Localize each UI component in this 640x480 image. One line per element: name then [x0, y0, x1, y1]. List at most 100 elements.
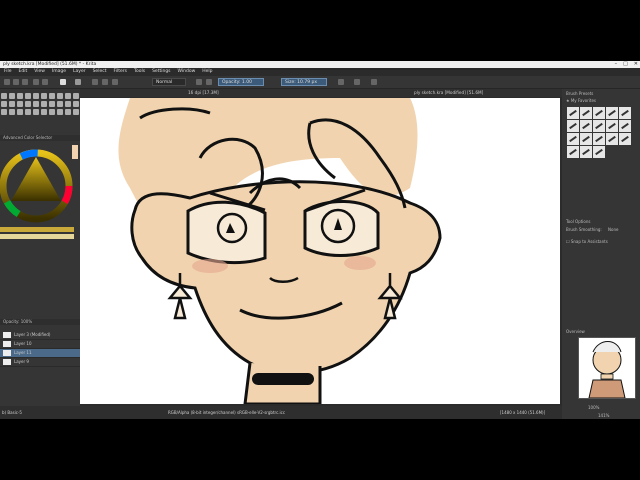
- brush-preset[interactable]: [567, 120, 579, 132]
- rectangle-tool-icon[interactable]: [49, 93, 55, 99]
- mirror-vertical-icon[interactable]: [354, 79, 360, 85]
- menu-help[interactable]: Help: [202, 68, 212, 76]
- move-tool-icon[interactable]: [25, 101, 31, 107]
- multibrush-icon[interactable]: [9, 101, 15, 107]
- brush-preset-icon[interactable]: [92, 79, 98, 85]
- brush-preset[interactable]: [567, 146, 579, 158]
- reload-preset-icon[interactable]: [196, 79, 202, 85]
- gradient-tool-icon[interactable]: [41, 101, 47, 107]
- brush-preset[interactable]: [580, 120, 592, 132]
- brush-preset[interactable]: [580, 133, 592, 145]
- brush-preset[interactable]: [619, 120, 631, 132]
- similar-select-icon[interactable]: [49, 109, 55, 115]
- zoom-level[interactable]: 141%: [598, 413, 609, 418]
- layer-thumbnail: [3, 332, 11, 338]
- fill-tool-icon[interactable]: [73, 101, 79, 107]
- brush-preset[interactable]: [619, 107, 631, 119]
- overview-thumbnail[interactable]: [578, 337, 636, 399]
- preserve-alpha-icon[interactable]: [206, 79, 212, 85]
- brush-preset[interactable]: [580, 107, 592, 119]
- brush-preset[interactable]: [606, 120, 618, 132]
- menu-select[interactable]: Select: [93, 68, 107, 76]
- menu-file[interactable]: File: [4, 68, 12, 76]
- layer-row[interactable]: Layer 10: [0, 340, 80, 349]
- brush-settings-icon[interactable]: [102, 79, 108, 85]
- edit-shapes-icon[interactable]: [17, 93, 23, 99]
- blend-mode-select[interactable]: Normal: [152, 78, 186, 86]
- brush-preset[interactable]: [593, 133, 605, 145]
- line-tool-icon[interactable]: [41, 93, 47, 99]
- menu-layer[interactable]: Layer: [73, 68, 86, 76]
- save-icon[interactable]: [22, 79, 28, 85]
- brush-preset[interactable]: [580, 146, 592, 158]
- size-slider[interactable]: Size: 10.79 px: [281, 78, 327, 86]
- rect-select-icon[interactable]: [9, 109, 15, 115]
- fill-pattern-icon[interactable]: [75, 79, 81, 85]
- menu-filters[interactable]: Filters: [113, 68, 127, 76]
- undo-icon[interactable]: [33, 79, 39, 85]
- menu-view[interactable]: View: [34, 68, 45, 76]
- brush-preset[interactable]: [619, 133, 631, 145]
- brush-preset[interactable]: [593, 107, 605, 119]
- maximize-button[interactable]: □: [623, 61, 628, 68]
- dynamic-brush-icon[interactable]: [1, 101, 7, 107]
- eraser-mode-icon[interactable]: [112, 79, 118, 85]
- bezier-select-icon[interactable]: [57, 109, 63, 115]
- character-drawing: [118, 98, 442, 404]
- brush-tag-select[interactable]: ★ My Favorites: [562, 98, 640, 104]
- ellipse-tool-icon[interactable]: [57, 93, 63, 99]
- zoom-tool-icon[interactable]: [73, 109, 79, 115]
- brush-preset[interactable]: [606, 133, 618, 145]
- crop-tool-icon[interactable]: [33, 101, 39, 107]
- text-tool-icon[interactable]: [9, 93, 15, 99]
- overview-zoom[interactable]: 100%: [588, 405, 599, 410]
- tab-document-1[interactable]: 16 dpi [17.3M]: [188, 89, 219, 97]
- select-shapes-icon[interactable]: [1, 93, 7, 99]
- polyline-tool-icon[interactable]: [73, 93, 79, 99]
- mirror-horizontal-icon[interactable]: [338, 79, 344, 85]
- open-document-icon[interactable]: [13, 79, 19, 85]
- tab-document-2[interactable]: ply sketch.kra [Modified] [51.6M]: [414, 89, 483, 97]
- layer-row[interactable]: Layer 3 (Modified): [0, 331, 80, 340]
- menu-settings[interactable]: Settings: [152, 68, 170, 76]
- snap-assistants-checkbox[interactable]: ☐ Snap to Assistants: [566, 239, 608, 244]
- image-dimensions: [1480 x 1440 (51.6M)]: [500, 410, 546, 415]
- brush-preset[interactable]: [593, 146, 605, 158]
- menu-window[interactable]: Window: [178, 68, 196, 76]
- foreground-color-swatch[interactable]: [60, 79, 66, 85]
- color-picker-icon[interactable]: [49, 101, 55, 107]
- menu-image[interactable]: Image: [52, 68, 66, 76]
- brush-preset[interactable]: [567, 133, 579, 145]
- color-selector-wheel[interactable]: [0, 141, 80, 241]
- opacity-slider[interactable]: Opacity: 1.00: [218, 78, 264, 86]
- calligraphy-icon[interactable]: [25, 93, 31, 99]
- layers-opacity[interactable]: Opacity: 100%: [0, 319, 80, 325]
- layer-row[interactable]: Layer 11: [0, 349, 80, 358]
- ellipse-select-icon[interactable]: [17, 109, 23, 115]
- transform-tool-icon[interactable]: [17, 101, 23, 107]
- freehand-brush-icon[interactable]: [33, 93, 39, 99]
- brush-smoothing-select[interactable]: None: [608, 227, 618, 232]
- brush-preset[interactable]: [567, 107, 579, 119]
- brush-preset[interactable]: [606, 107, 618, 119]
- polygon-select-icon[interactable]: [25, 109, 31, 115]
- menu-tools[interactable]: Tools: [134, 68, 145, 76]
- drawing-canvas[interactable]: [80, 98, 560, 404]
- minimize-button[interactable]: –: [615, 61, 618, 68]
- polygon-tool-icon[interactable]: [65, 93, 71, 99]
- brush-preset[interactable]: [593, 120, 605, 132]
- reference-images-icon[interactable]: [1, 109, 7, 115]
- freehand-select-icon[interactable]: [33, 109, 39, 115]
- magnetic-select-icon[interactable]: [65, 109, 71, 115]
- close-button[interactable]: ✕: [634, 61, 638, 68]
- layer-row[interactable]: Layer 9: [0, 358, 80, 367]
- contiguous-select-icon[interactable]: [41, 109, 47, 115]
- smart-patch-icon[interactable]: [65, 101, 71, 107]
- left-dock: Advanced Color Selector Opacity: 100% La…: [0, 89, 95, 406]
- brush-status: b) Basic-5: [0, 406, 80, 419]
- menu-edit[interactable]: Edit: [19, 68, 28, 76]
- redo-icon[interactable]: [42, 79, 48, 85]
- wrap-around-icon[interactable]: [371, 79, 377, 85]
- colorize-mask-icon[interactable]: [57, 101, 63, 107]
- new-document-icon[interactable]: [4, 79, 10, 85]
